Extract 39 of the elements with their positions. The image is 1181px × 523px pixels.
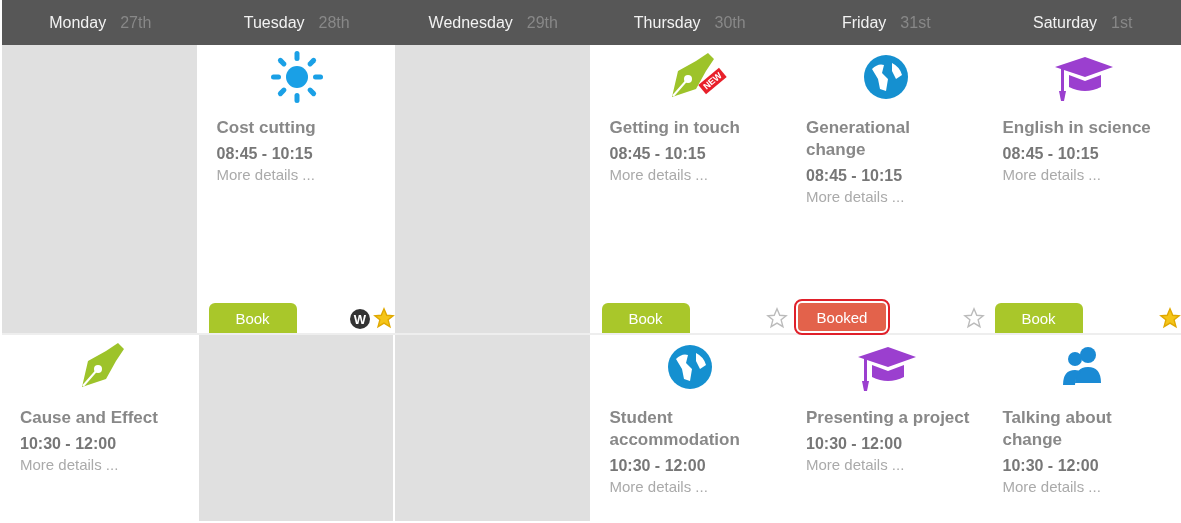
session-time: 10:30 - 12:00 (20, 434, 117, 454)
day-name: Tuesday (243, 13, 305, 32)
day-name: Thursday (633, 13, 701, 32)
more-details-link[interactable]: More details ... (216, 165, 315, 185)
star-icon[interactable] (1159, 307, 1181, 329)
session-time: 10:30 - 12:00 (609, 456, 706, 476)
session-title: Cause and Effect (20, 407, 158, 429)
more-details-link[interactable]: More details ... (609, 477, 708, 497)
w-badge: W (350, 309, 370, 329)
session-time: 08:45 - 10:15 (1002, 144, 1099, 164)
day-name: Friday (841, 13, 887, 32)
day-name: Monday (49, 13, 107, 32)
more-details-link[interactable]: More details ... (806, 455, 905, 475)
session-time: 10:30 - 12:00 (806, 434, 903, 454)
session-title: Getting in touch (609, 117, 740, 139)
star-icon[interactable] (373, 307, 395, 329)
book-button[interactable]: Book (601, 303, 690, 333)
day-name: Wednesday (428, 13, 513, 32)
sun-icon (268, 49, 325, 105)
more-details-link[interactable]: More details ... (609, 165, 708, 185)
session-title: Generational change (806, 117, 911, 161)
session-time: 10:30 - 12:00 (1002, 456, 1099, 476)
session-title: English in science (1002, 117, 1151, 139)
star-icon[interactable] (766, 307, 788, 329)
session-title: Cost cutting (216, 117, 316, 139)
more-details-link[interactable]: More details ... (806, 187, 905, 207)
session-time: 08:45 - 10:15 (806, 166, 903, 186)
session-title: Student accommodation (609, 407, 741, 451)
session-time: 08:45 - 10:15 (216, 144, 313, 164)
book-button[interactable]: Book (208, 303, 297, 333)
session-time: 08:45 - 10:15 (609, 144, 706, 164)
more-details-link[interactable]: More details ... (1002, 477, 1101, 497)
session-title: Presenting a project (806, 407, 970, 429)
book-button[interactable]: Book (994, 303, 1083, 333)
more-details-link[interactable]: More details ... (1002, 165, 1101, 185)
more-details-link[interactable]: More details ... (20, 455, 119, 475)
day-name: Saturday (1033, 13, 1098, 32)
star-icon[interactable] (962, 307, 985, 329)
session-title: Talking about change (1002, 407, 1113, 451)
